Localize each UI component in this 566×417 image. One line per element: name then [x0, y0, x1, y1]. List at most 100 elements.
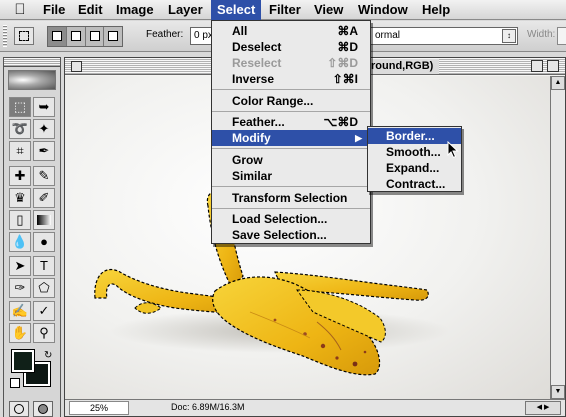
width-input[interactable] — [557, 27, 566, 45]
style-select[interactable]: ormal ↕ — [370, 27, 518, 45]
menu-separator — [212, 148, 370, 149]
document-size-info[interactable]: Doc: 6.89M/16.3M — [171, 402, 245, 412]
quick-mask-icon — [38, 404, 48, 414]
shortcut-label: ⇧⌘D — [327, 56, 358, 70]
menu-item-label: Inverse — [232, 72, 275, 86]
rect-marquee-icon[interactable]: ⬚ — [9, 97, 31, 117]
blur-icon[interactable]: 💧 — [9, 232, 31, 252]
standard-mode-icon — [14, 404, 24, 414]
lasso-icon[interactable]: ➰ — [9, 119, 31, 139]
shortcut-label: ⌘D — [337, 40, 358, 54]
menu-help[interactable]: Help — [416, 0, 456, 20]
close-box-icon[interactable] — [71, 61, 82, 72]
menu-item-modify[interactable]: Modify ▶ — [212, 130, 370, 146]
scroll-up-icon[interactable]: ▲ — [551, 76, 565, 90]
document-title: round,RGB) — [365, 59, 440, 74]
magic-wand-icon[interactable]: ✦ — [33, 119, 55, 139]
swap-colors-icon[interactable]: ↻ — [44, 350, 52, 361]
clone-stamp-icon[interactable]: ♛ — [9, 188, 31, 208]
menu-item-label: Deselect — [232, 40, 282, 54]
menu-item-color-range[interactable]: Color Range... — [212, 93, 370, 109]
menu-item-deselect[interactable]: Deselect ⌘D — [212, 39, 370, 55]
menu-item-reselect: Reselect ⇧⌘D — [212, 55, 370, 71]
menu-edit[interactable]: Edit — [72, 0, 109, 20]
submenu-item-expand[interactable]: Expand... — [368, 160, 461, 176]
menu-filter[interactable]: Filter — [263, 0, 307, 20]
submenu-item-contract[interactable]: Contract... — [368, 176, 461, 192]
pen-icon[interactable]: ✑ — [9, 278, 31, 298]
grip-handle[interactable] — [3, 25, 7, 47]
path-select-icon[interactable]: ➤ — [9, 256, 31, 276]
horizontal-scroll-arrows-icon[interactable]: ◀ ▶ — [525, 401, 561, 415]
apple-icon[interactable]:  — [11, 1, 29, 19]
style-select-value: ormal — [375, 30, 401, 41]
add-selection-icon — [70, 31, 81, 41]
menu-separator — [212, 89, 370, 90]
quick-mask-button[interactable] — [33, 401, 53, 417]
healing-brush-icon[interactable]: ✚ — [9, 166, 31, 186]
select-menu-dropdown: All ⌘A Deselect ⌘D Reselect ⇧⌘D Inverse … — [211, 20, 371, 244]
status-bar: 25% Doc: 6.89M/16.3M ◀ ▶ — [65, 399, 565, 416]
menu-select[interactable]: Select — [211, 0, 262, 20]
shortcut-label: ⇧⌘I — [332, 72, 358, 86]
dodge-icon[interactable]: ● — [33, 232, 55, 252]
menu-item-label: Modify — [232, 131, 271, 145]
menu-item-label: Load Selection... — [232, 212, 328, 226]
menu-item-label: Similar — [232, 169, 273, 183]
menu-item-label: Color Range... — [232, 94, 314, 108]
hand-icon[interactable]: ✋ — [9, 323, 31, 343]
crop-icon[interactable]: ⌗ — [9, 141, 31, 161]
zoom-icon[interactable]: ⚲ — [33, 323, 55, 343]
menu-item-feather[interactable]: Feather... ⌥⌘D — [212, 114, 370, 130]
menu-item-inverse[interactable]: Inverse ⇧⌘I — [212, 71, 370, 87]
menu-item-label: Save Selection... — [232, 228, 327, 242]
menu-image[interactable]: Image — [110, 0, 160, 20]
slice-icon[interactable]: ✒ — [33, 141, 55, 161]
submenu-arrow-icon: ▶ — [355, 133, 362, 143]
history-brush-icon[interactable]: ✐ — [33, 188, 55, 208]
menu-separator — [212, 186, 370, 187]
tool-preset-picker[interactable] — [14, 27, 34, 45]
menu-item-transform-selection[interactable]: Transform Selection — [212, 190, 370, 206]
modify-submenu: Border... Smooth... Expand... Contract..… — [367, 126, 462, 192]
foreground-color-swatch[interactable] — [11, 349, 35, 373]
collapse-box-icon[interactable] — [547, 60, 559, 72]
move-icon[interactable]: ➥ — [33, 97, 55, 117]
notes-icon[interactable]: ✍ — [9, 301, 31, 321]
app-logo-icon[interactable] — [8, 70, 56, 90]
zoom-level-field[interactable]: 25% — [69, 401, 129, 415]
brush-icon[interactable]: ✎ — [33, 166, 55, 186]
menu-item-label: Feather... — [232, 115, 285, 129]
menu-item-similar[interactable]: Similar — [212, 168, 370, 184]
menu-view[interactable]: View — [308, 0, 349, 20]
menu-separator — [212, 111, 370, 112]
menu-item-load-selection[interactable]: Load Selection... — [212, 211, 370, 227]
intersect-selection-button[interactable] — [104, 27, 122, 46]
subtract-selection-button[interactable] — [86, 27, 105, 46]
shape-icon[interactable]: ⬠ — [33, 278, 55, 298]
gradient-icon[interactable] — [33, 210, 55, 230]
default-colors-icon[interactable] — [10, 378, 20, 388]
vertical-scrollbar[interactable]: ▲ ▼ — [550, 76, 565, 399]
zoom-box-icon[interactable] — [531, 60, 543, 72]
eyedropper-icon[interactable]: ✓ — [33, 301, 55, 321]
shortcut-label: ⌘A — [337, 24, 358, 38]
add-selection-button[interactable] — [67, 27, 86, 46]
type-icon[interactable]: T — [33, 256, 55, 276]
menu-item-save-selection[interactable]: Save Selection... — [212, 227, 370, 243]
new-selection-button[interactable] — [48, 27, 67, 46]
mouse-cursor-icon — [447, 141, 459, 159]
standard-mode-button[interactable] — [9, 401, 29, 417]
marquee-icon — [19, 31, 29, 41]
shortcut-label: ⌥⌘D — [323, 115, 359, 129]
menu-file[interactable]: File — [37, 0, 71, 20]
menu-item-grow[interactable]: Grow — [212, 152, 370, 168]
palette-title-bar[interactable] — [4, 58, 60, 67]
scroll-down-icon[interactable]: ▼ — [551, 385, 565, 399]
menu-window[interactable]: Window — [352, 0, 414, 20]
eraser-icon[interactable]: ▯ — [9, 210, 31, 230]
menu-layer[interactable]: Layer — [162, 0, 209, 20]
tool-palette: ⬚ ➥ ➰ ✦ ⌗ ✒ ✚ ✎ ♛ ✐ ▯ 💧 ● ➤ T ✑ ⬠ ✍ ✓ ✋ … — [3, 57, 61, 417]
width-label: Width: — [527, 29, 556, 40]
menu-item-all[interactable]: All ⌘A — [212, 23, 370, 39]
